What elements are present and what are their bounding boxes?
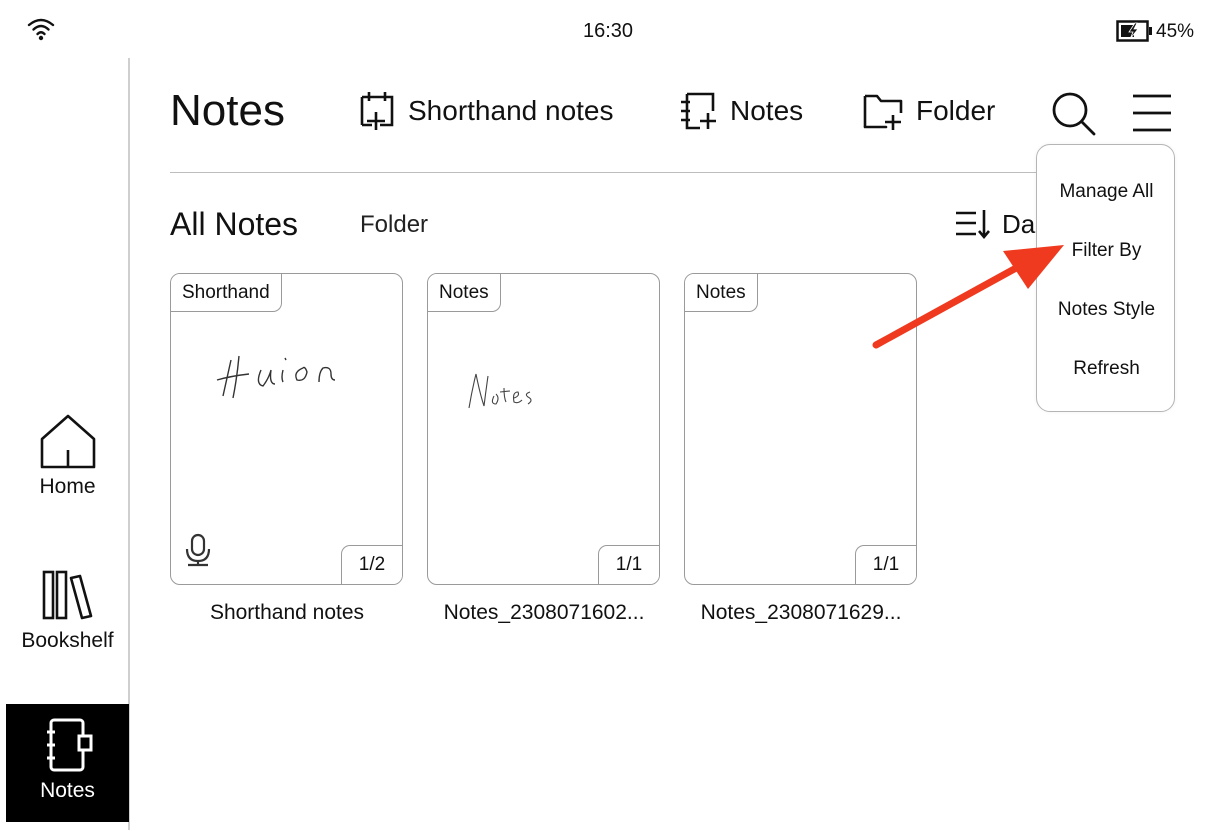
note-title[interactable]: Notes_2308071629...	[671, 601, 931, 625]
page-title: Notes	[170, 86, 285, 135]
note-type-tag: Notes	[685, 274, 758, 312]
new-notes-button[interactable]: Notes	[678, 88, 803, 134]
note-card[interactable]: Notes 1/1	[427, 273, 660, 585]
sidebar-item-bookshelf[interactable]: Bookshelf	[6, 562, 129, 672]
menu-icon[interactable]	[1130, 92, 1174, 139]
tab-folder[interactable]: Folder	[360, 211, 428, 239]
note-type-tag: Notes	[428, 274, 501, 312]
header-divider	[170, 172, 1040, 173]
new-notes-label: Notes	[730, 95, 804, 126]
notes-icon	[46, 718, 92, 772]
microphone-icon	[184, 533, 212, 572]
sidebar-item-label: Home	[39, 475, 96, 498]
tab-all-notes[interactable]: All Notes	[170, 206, 298, 243]
new-shorthand-button[interactable]: Shorthand notes	[358, 88, 614, 134]
sidebar-item-home[interactable]: Home	[6, 410, 129, 520]
page-count: 1/2	[341, 545, 402, 584]
note-card[interactable]: Shorthand 1/2	[170, 273, 403, 585]
battery-percent: 45%	[1156, 21, 1195, 42]
note-type-tag: Shorthand	[171, 274, 282, 312]
page-count: 1/1	[855, 545, 916, 584]
new-folder-button[interactable]: Folder	[862, 88, 995, 134]
menu-item-refresh[interactable]: Refresh	[1037, 358, 1176, 380]
sidebar-item-label: Notes	[40, 779, 95, 802]
annotation-arrow	[870, 235, 1070, 355]
battery-icon	[1116, 20, 1154, 47]
new-shorthand-icon	[360, 92, 394, 130]
search-icon[interactable]	[1050, 90, 1098, 141]
sidebar-item-notes[interactable]: Notes	[6, 704, 129, 822]
handwriting-preview	[216, 355, 336, 399]
note-title[interactable]: Notes_2308071602...	[414, 601, 674, 625]
menu-item-manage-all[interactable]: Manage All	[1037, 181, 1176, 203]
bookshelf-icon	[42, 570, 92, 620]
note-title[interactable]: Shorthand notes	[157, 601, 417, 625]
new-notes-icon	[681, 92, 716, 130]
new-shorthand-label: Shorthand notes	[408, 95, 614, 126]
status-time: 16:30	[582, 20, 634, 42]
home-icon	[40, 414, 95, 469]
handwriting-preview	[468, 373, 532, 409]
new-folder-icon	[863, 94, 903, 130]
sidebar-item-label: Bookshelf	[21, 629, 114, 652]
new-folder-label: Folder	[916, 95, 996, 126]
page-count: 1/1	[598, 545, 659, 584]
